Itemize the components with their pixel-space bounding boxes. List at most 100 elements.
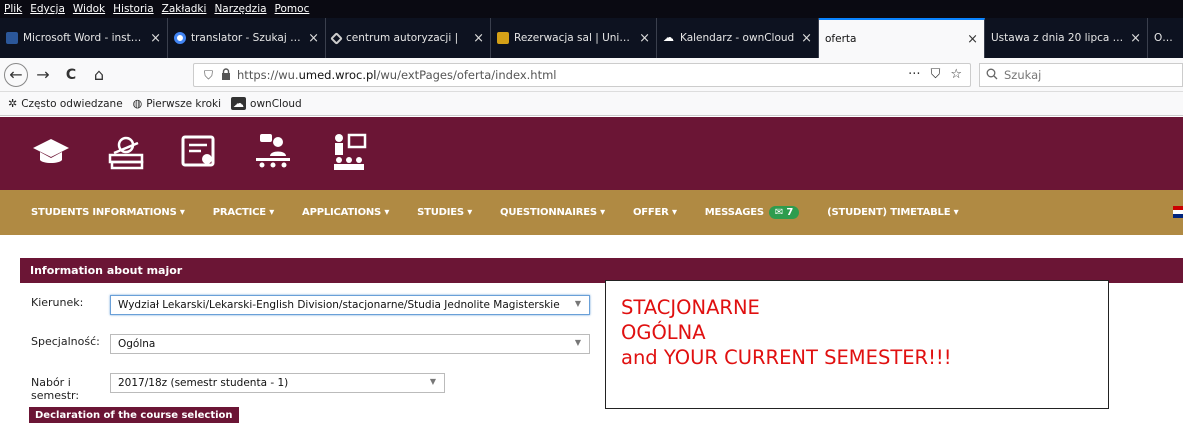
annotation-line-3: and YOUR CURRENT SEMESTER!!! [621, 346, 952, 369]
cloud-icon: ☁ [231, 97, 247, 110]
shield-icon [497, 32, 509, 44]
url-host: umed.wroc.pl [298, 68, 377, 82]
url-prefix: https://wu. [237, 68, 299, 82]
menu-widok[interactable]: Widok [73, 3, 105, 15]
bookmark-label: Często odwiedzane [21, 97, 123, 110]
nav-messages-label: MESSAGES [704, 207, 764, 218]
tab-label: Rezerwacja sal | Uniwersytet [514, 32, 634, 44]
annotation-line-1: STACJONARNE [621, 296, 760, 319]
menu-edycja[interactable]: Edycja [30, 3, 65, 15]
specjalnosc-select[interactable]: Ogólna ▼ [110, 334, 590, 354]
specjalnosc-label: Specjalność: [31, 335, 100, 348]
pocket-icon[interactable]: ⛉ [931, 67, 941, 82]
site-header [0, 117, 1183, 190]
nav-offer[interactable]: OFFER ▾ [633, 207, 677, 218]
main-navigation: STUDENTS INFORMATIONS ▾ PRACTICE ▾ APPLI… [0, 190, 1183, 235]
back-button[interactable]: ← [4, 62, 28, 87]
specjalnosc-row: Specjalność: [31, 335, 111, 348]
kierunek-row: Kierunek: [31, 296, 111, 309]
tab-auth[interactable]: centrum autoryzacji | × [326, 18, 491, 58]
search-input[interactable]: Szukaj [979, 63, 1183, 87]
messages-count-badge: ✉ 7 [768, 206, 800, 219]
menu-pomoc[interactable]: Pomoc [275, 3, 310, 15]
tab-label: oferta [825, 33, 857, 45]
search-icon [986, 68, 998, 83]
nav-questionnaires[interactable]: QUESTIONNAIRES ▾ [500, 207, 605, 218]
annotation-box: STACJONARNE OGÓLNA and YOUR CURRENT SEME… [605, 280, 1109, 409]
search-placeholder: Szukaj [1004, 68, 1042, 82]
nav-applications[interactable]: APPLICATIONS ▾ [302, 207, 389, 218]
chevron-down-icon: ▼ [574, 338, 581, 347]
close-icon[interactable]: × [308, 31, 319, 46]
annotation-line-2: OGÓLNA [621, 321, 706, 344]
nabor-value: 2017/18z (semestr studenta - 1) [118, 377, 289, 389]
nabor-select[interactable]: 2017/18z (semestr studenta - 1) ▼ [110, 373, 445, 393]
auth-icon [330, 31, 343, 45]
bookmark-label: ownCloud [250, 97, 302, 110]
close-icon[interactable]: × [639, 31, 650, 46]
cloud-icon: ☁ [663, 31, 674, 44]
kierunek-value: Wydział Lekarski/Lekarski-English Divisi… [118, 299, 560, 311]
gear-icon: ✲ [8, 97, 18, 110]
chevron-down-icon: ▼ [574, 299, 581, 308]
menu-bar: Plik Edycja Widok Historia Zakładki Narz… [0, 0, 1183, 18]
certificate-icon[interactable] [178, 131, 220, 173]
tab-word[interactable]: Microsoft Word - instrukcja × [0, 18, 168, 58]
nav-studies[interactable]: STUDIES ▾ [417, 207, 472, 218]
reload-button[interactable]: C [58, 62, 84, 88]
tab-rezerwacja[interactable]: Rezerwacja sal | Uniwersytet × [491, 18, 657, 58]
tab-label: Microsoft Word - instrukcja [23, 32, 144, 44]
forward-button[interactable]: → [30, 62, 56, 88]
tab-label: centrum autoryzacji | [346, 32, 459, 44]
tab-label: Obwie [1154, 32, 1177, 44]
tab-ustawa[interactable]: Ustawa z dnia 20 lipca 2018 r. - P × [985, 18, 1148, 58]
close-icon[interactable]: × [967, 32, 978, 47]
home-button[interactable]: ⌂ [86, 62, 112, 88]
tab-kalendarz[interactable]: ☁ Kalendarz - ownCloud × [657, 18, 819, 58]
bookmark-pierwsze-kroki[interactable]: ◍ Pierwsze kroki [133, 97, 221, 110]
url-bar[interactable]: ⛉ https://wu. umed.wroc.pl /wu/extPages/… [193, 63, 971, 87]
more-icon[interactable]: ··· [908, 67, 920, 82]
shield-icon: ⛉ [204, 67, 214, 82]
graduation-cap-icon[interactable] [30, 131, 72, 173]
close-icon[interactable]: × [1130, 31, 1141, 46]
nav-students-informations[interactable]: STUDENTS INFORMATIONS ▾ [31, 207, 185, 218]
nabor-row: Nabór i semestr: [31, 376, 111, 402]
tab-label: Kalendarz - ownCloud [680, 32, 795, 44]
url-path: /wu/extPages/oferta/index.html [376, 68, 557, 82]
close-icon[interactable]: × [473, 31, 484, 46]
tab-label: Ustawa z dnia 20 lipca 2018 r. - P [991, 32, 1124, 44]
tab-label: translator - Szukaj w Google [191, 32, 302, 44]
kierunek-label: Kierunek: [31, 296, 84, 309]
menu-historia[interactable]: Historia [113, 3, 154, 15]
globe-icon: ◍ [132, 97, 143, 110]
kierunek-select[interactable]: Wydział Lekarski/Lekarski-English Divisi… [110, 295, 590, 315]
bookmark-owncloud[interactable]: ☁ ownCloud [231, 97, 302, 110]
menu-zakladki[interactable]: Zakładki [162, 3, 207, 15]
tab-oferta[interactable]: oferta × [819, 18, 985, 58]
tab-google[interactable]: translator - Szukaj w Google × [168, 18, 326, 58]
bookmark-star-icon[interactable]: ☆ [950, 67, 962, 82]
word-icon [6, 32, 18, 44]
lock-icon [221, 67, 231, 83]
close-icon[interactable]: × [801, 31, 812, 46]
nav-timetable[interactable]: (STUDENT) TIMETABLE ▾ [827, 207, 959, 218]
teacher-icon[interactable] [328, 131, 370, 173]
nav-messages[interactable]: MESSAGES ✉ 7 [704, 206, 800, 219]
google-icon [174, 32, 186, 44]
navigation-bar: ← → C ⌂ ⛉ https://wu. umed.wroc.pl /wu/e… [0, 58, 1183, 92]
bookmarks-toolbar: ✲ Często odwiedzane ◍ Pierwsze kroki ☁ o… [0, 92, 1183, 116]
nabor-label: Nabór i semestr: [31, 376, 80, 402]
close-icon[interactable]: × [150, 31, 161, 46]
uk-flag-icon[interactable] [1173, 206, 1183, 218]
bookmark-czesto-odwiedzane[interactable]: ✲ Często odwiedzane [8, 97, 123, 110]
tab-obwie[interactable]: Obwie [1148, 18, 1183, 58]
declaration-button[interactable]: Declaration of the course selection [29, 407, 239, 423]
tab-bar: Microsoft Word - instrukcja × translator… [0, 18, 1183, 58]
books-icon[interactable] [105, 131, 147, 173]
nav-practice[interactable]: PRACTICE ▾ [213, 207, 275, 218]
menu-narzedzia[interactable]: Narzędzia [214, 3, 266, 15]
menu-plik[interactable]: Plik [4, 3, 22, 15]
lecture-icon[interactable] [252, 131, 294, 173]
specjalnosc-value: Ogólna [118, 338, 156, 350]
